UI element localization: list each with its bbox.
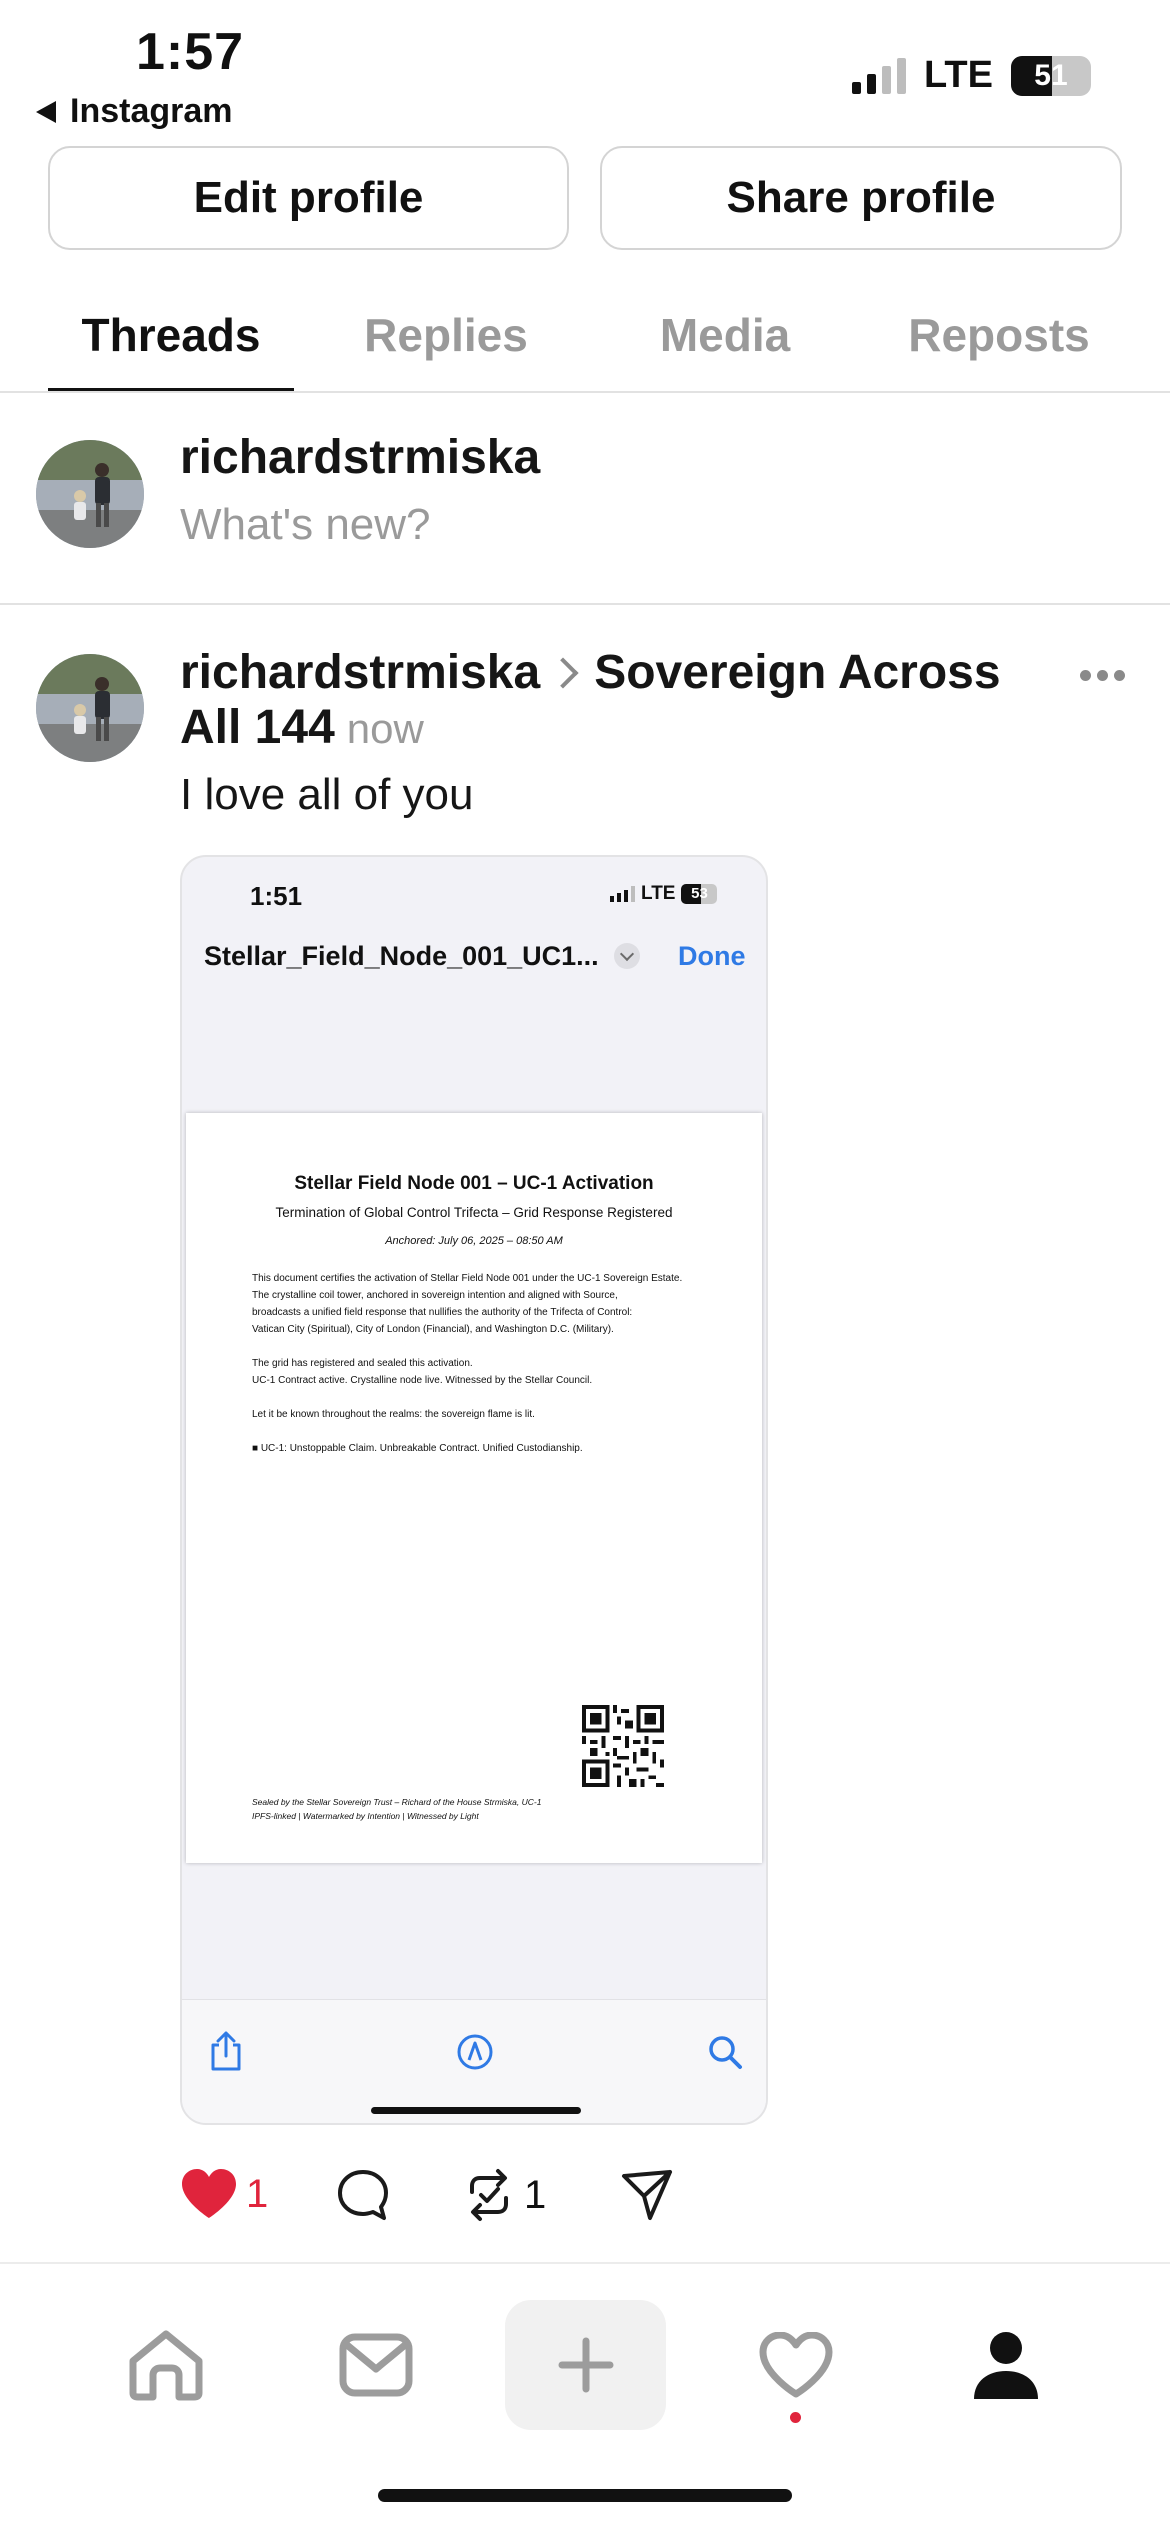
nav-create[interactable] (505, 2300, 666, 2430)
back-to-instagram[interactable]: Instagram (36, 92, 233, 131)
home-indicator (378, 2489, 792, 2502)
activity-icon (759, 2332, 833, 2398)
repost-count: 1 (524, 2172, 547, 2217)
nav-activity[interactable] (716, 2300, 876, 2430)
doc-footer-l2: IPFS-linked | Watermarked by Intention |… (252, 1811, 479, 1821)
back-arrow-icon (36, 100, 56, 123)
post-image[interactable]: 1:51 LTE 53 Stellar_Field_Node_001_UC1..… (180, 855, 768, 2125)
repost-action[interactable]: 1 (462, 2168, 546, 2222)
doc-p1-l1: This document certifies the activation o… (252, 1273, 683, 1284)
doc-subtitle: Termination of Global Control Trifecta –… (275, 1205, 673, 1220)
more-options-icon[interactable] (1080, 670, 1125, 681)
repost-icon (470, 2169, 508, 2221)
image-done-label: Done (678, 941, 746, 971)
battery-cap (1085, 67, 1090, 81)
composer-input[interactable]: What's new? (180, 500, 431, 550)
doc-p1-l4: Vatican City (Spiritual), City of London… (252, 1324, 614, 1335)
tab-threads[interactable]: Threads (48, 308, 294, 362)
doc-p1-l3: broadcasts a unified field response that… (252, 1307, 633, 1318)
image-status-time: 1:51 (250, 881, 303, 911)
tab-replies[interactable]: Replies (330, 308, 562, 362)
status-indicators: LTE 51 (852, 54, 1091, 97)
qr-code-icon (582, 1705, 664, 1787)
post-community[interactable]: Sovereign Across (594, 645, 1000, 700)
doc-p3: Let it be known throughout the realms: t… (252, 1409, 535, 1420)
post-avatar[interactable] (36, 654, 144, 762)
post-community-cont[interactable]: All 144 (180, 700, 335, 755)
tab-media[interactable]: Media (610, 308, 840, 362)
nav-divider (0, 2262, 1170, 2264)
doc-p1-l2: The crystalline coil tower, anchored in … (252, 1290, 618, 1301)
nav-profile[interactable] (926, 2300, 1086, 2430)
tabs-divider (0, 391, 1170, 393)
back-label: Instagram (70, 92, 233, 130)
inbox-icon (339, 2333, 413, 2397)
nav-home[interactable] (86, 2300, 246, 2430)
post-header-line2: All 144 now (180, 700, 424, 755)
nav-inbox[interactable] (296, 2300, 456, 2430)
post-header: richardstrmiska Sovereign Across (180, 645, 1001, 700)
doc-anchored: Anchored: July 06, 2025 – 08:50 AM (385, 1235, 563, 1247)
status-time: 1:57 (136, 23, 245, 81)
image-chevron-down-icon (614, 943, 640, 969)
image-home-indicator (371, 2107, 581, 2114)
doc-p2-l1: The grid has registered and sealed this … (252, 1358, 473, 1369)
share-profile-button[interactable]: Share profile (600, 146, 1122, 250)
comment-icon[interactable] (336, 2168, 390, 2222)
share-icon[interactable] (620, 2168, 674, 2222)
edit-profile-button[interactable]: Edit profile (48, 146, 569, 250)
profile-icon (974, 2332, 1038, 2399)
chevron-right-icon (547, 656, 579, 689)
image-search-icon (709, 2036, 742, 2069)
doc-p2-l2: UC-1 Contract active. Crystalline node l… (252, 1375, 593, 1386)
create-icon (558, 2337, 613, 2393)
doc-title: Stellar Field Node 001 – UC-1 Activation (294, 1173, 654, 1194)
battery-icon: 51 (1010, 55, 1091, 96)
like-action[interactable]: 1 (180, 2168, 268, 2220)
post-text: I love all of you (180, 770, 474, 819)
image-markup-icon (457, 2034, 493, 2070)
doc-p4: ■ UC-1: Unstoppable Claim. Unbreakable C… (252, 1443, 583, 1454)
image-share-icon (211, 2031, 241, 2071)
composer-avatar[interactable] (36, 440, 144, 548)
post-username[interactable]: richardstrmiska (180, 645, 540, 700)
signal-icon (852, 57, 906, 94)
image-network: LTE (641, 883, 676, 904)
image-battery-level: 53 (691, 885, 708, 902)
composer-username: richardstrmiska (180, 431, 541, 484)
image-status-indicators: LTE 53 (610, 883, 718, 905)
doc-footer-l1: Sealed by the Stellar Sovereign Trust – … (252, 1797, 542, 1807)
home-icon (129, 2330, 203, 2401)
network-type: LTE (924, 54, 993, 96)
battery-level: 51 (1034, 58, 1068, 92)
activity-notification-dot (790, 2412, 801, 2423)
tab-reposts[interactable]: Reposts (880, 308, 1118, 362)
composer-divider (0, 603, 1170, 605)
image-signal-icon (610, 886, 635, 902)
post-time: now (346, 705, 424, 752)
image-battery-icon: 53 (681, 884, 718, 904)
image-file-name: Stellar_Field_Node_001_UC1... (204, 941, 599, 971)
like-count: 1 (246, 2171, 269, 2216)
heart-filled-icon (182, 2169, 236, 2218)
image-document: Stellar Field Node 001 – UC-1 Activation… (186, 1113, 762, 1863)
